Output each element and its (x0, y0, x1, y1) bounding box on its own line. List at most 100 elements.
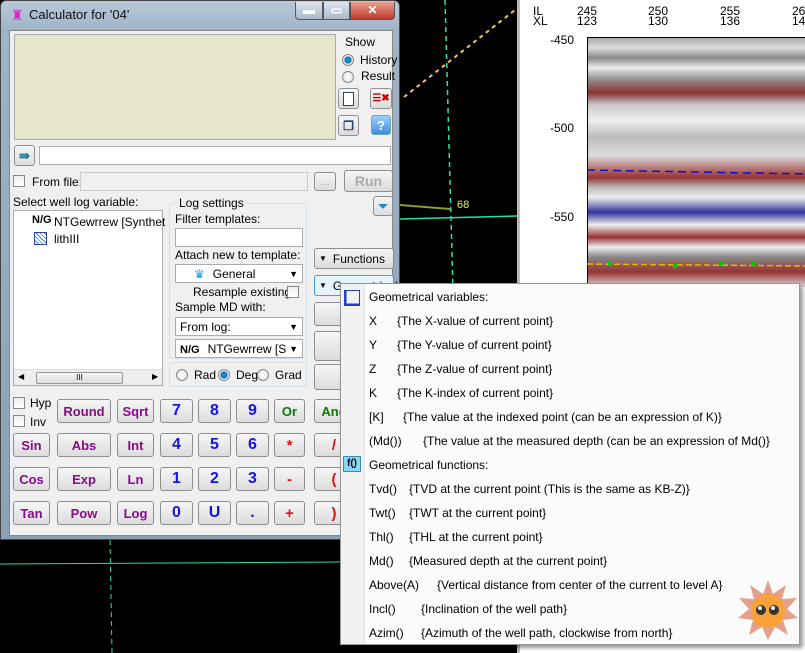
well-log-label: Select well log variable: (13, 195, 139, 209)
angle-unit-group: Rad Deg Grad (169, 362, 307, 387)
key-3[interactable]: 3 (236, 467, 269, 491)
log-settings-title: Log settings (177, 196, 246, 210)
sample-md-select[interactable]: From log: ▼ (175, 317, 303, 336)
key-4[interactable]: 4 (160, 433, 193, 457)
xl-tick: 123 (577, 14, 598, 28)
menu-item[interactable]: [K] {The value at the indexed point (can … (369, 405, 722, 429)
key-0[interactable]: 0 (160, 501, 193, 525)
key-multiply[interactable]: * (274, 433, 305, 457)
menu-item[interactable]: Md() {Measured depth at the current point… (369, 549, 607, 573)
key-or[interactable]: Or (274, 399, 305, 423)
grad-radio[interactable] (257, 369, 269, 381)
key-dot[interactable]: . (236, 501, 269, 525)
menu-item-description: {The Y-value of current point} (397, 338, 552, 352)
grad-label: Grad (275, 368, 302, 382)
key-u[interactable]: U (198, 501, 231, 525)
history-display[interactable] (14, 34, 336, 140)
well-log-item[interactable]: NTGewrrew [Synthet (54, 215, 165, 229)
menu-item-key: Incl() (369, 602, 396, 616)
result-radio[interactable] (342, 71, 354, 83)
key-7[interactable]: 7 (160, 399, 193, 423)
well-log-item[interactable]: lithIII (54, 232, 79, 246)
copy-button[interactable]: ❐ (338, 115, 359, 136)
run-button[interactable]: Run (344, 170, 393, 192)
key-abs[interactable]: Abs (57, 433, 111, 457)
key-2[interactable]: 2 (198, 467, 231, 491)
menu-item[interactable]: X {The X-value of current point} (369, 309, 553, 333)
calculator-body: Show History Result ☰✖ ❐ ? ⇛ From file: … (9, 30, 398, 536)
key-log[interactable]: Log (117, 501, 154, 525)
key-exp[interactable]: Exp (57, 467, 111, 491)
menu-item-key: Thl() (369, 530, 394, 544)
chevron-down-icon: ▼ (289, 344, 298, 354)
menu-item-key: Md() (369, 554, 394, 568)
sample-log-select[interactable]: N/G NTGewrrew [S ▼ (175, 339, 303, 358)
filter-templates-input[interactable] (175, 228, 303, 247)
menu-item[interactable]: K {The K-index of current point} (369, 381, 553, 405)
from-file-checkbox[interactable] (13, 175, 25, 187)
clear-history-button[interactable]: ☰✖ (370, 88, 392, 109)
key-sqrt[interactable]: Sqrt (117, 399, 154, 423)
key-round[interactable]: Round (57, 399, 111, 423)
key-5[interactable]: 5 (198, 433, 231, 457)
save-filter-button[interactable]: ⏷ (373, 196, 393, 216)
menu-item-description: {Vertical distance from center of the cu… (437, 578, 723, 592)
title-bar[interactable]: ♜ Calculator for '04' ▬ ▭ ✕ (1, 1, 399, 29)
sample-log-value: NTGewrrew [S (207, 342, 287, 356)
menu-item[interactable]: Tvd() {TVD at the current point (This is … (369, 477, 690, 501)
insert-button[interactable]: ⇛ (14, 145, 35, 166)
help-button[interactable]: ? (371, 115, 391, 135)
new-button[interactable] (338, 88, 359, 109)
attach-template-label: Attach new to template: (175, 248, 301, 262)
hyp-checkbox[interactable] (13, 397, 25, 409)
xl-axis-label: XL (533, 14, 548, 28)
key-1[interactable]: 1 (160, 467, 193, 491)
inv-checkbox[interactable] (13, 415, 25, 427)
browse-button[interactable]: ... (314, 172, 336, 191)
template-crown-icon: ♛ (194, 267, 205, 281)
menu-item[interactable]: (Md()) {The value at the measured depth (… (369, 429, 770, 453)
menu-item[interactable]: Azim() {Azimuth of the well path, clockwi… (369, 621, 672, 645)
history-radio[interactable] (342, 54, 354, 66)
key-pow[interactable]: Pow (57, 501, 111, 525)
scroll-right-icon[interactable]: ▶ (152, 372, 158, 381)
expression-input[interactable] (39, 146, 391, 165)
key-6[interactable]: 6 (236, 433, 269, 457)
chevron-down-icon: ▼ (319, 254, 327, 263)
key-sin[interactable]: Sin (13, 433, 50, 457)
menu-item[interactable]: Thl() {THL at the current point} (369, 525, 543, 549)
file-path-input[interactable] (80, 172, 308, 191)
minimize-button[interactable]: ▬ (295, 2, 323, 20)
key-9[interactable]: 9 (236, 399, 269, 423)
menu-item-description: {TVD at the current point (This is the s… (409, 482, 690, 496)
from-file-label: From file: (32, 175, 83, 189)
deg-radio[interactable] (218, 369, 230, 381)
horizontal-scrollbar[interactable]: ◀ III ▶ (14, 369, 162, 385)
close-button[interactable]: ✕ (350, 2, 395, 20)
key-cos[interactable]: Cos (13, 467, 50, 491)
key-8[interactable]: 8 (198, 399, 231, 423)
maximize-button[interactable]: ▭ (323, 2, 350, 20)
key-minus[interactable]: - (274, 467, 305, 491)
horizon-lines (587, 169, 805, 268)
key-plus[interactable]: + (274, 501, 305, 525)
menu-item[interactable]: Incl() {Inclination of the well path} (369, 597, 567, 621)
key-ln[interactable]: Ln (117, 467, 154, 491)
resample-checkbox[interactable] (287, 286, 299, 298)
scrollbar-thumb[interactable]: III (36, 372, 123, 384)
sample-md-value: From log: (180, 320, 231, 334)
xl-tick: 14 (792, 14, 805, 28)
ntg-log-icon: N/G (32, 214, 52, 226)
attach-template-select[interactable]: ♛ General ▼ (175, 264, 303, 283)
key-int[interactable]: Int (117, 433, 154, 457)
scroll-left-icon[interactable]: ◀ (18, 372, 24, 381)
rad-radio[interactable] (176, 369, 188, 381)
result-label: Result (361, 69, 396, 83)
menu-item[interactable]: Z {The Z-value of current point} (369, 357, 552, 381)
well-log-tree[interactable]: N/G NTGewrrew [Synthet lithIII ◀ III ▶ (13, 210, 165, 386)
menu-item[interactable]: Above(A) {Vertical distance from center o… (369, 573, 723, 597)
key-tan[interactable]: Tan (13, 501, 50, 525)
menu-item[interactable]: Twt() {TWT at the current point} (369, 501, 546, 525)
functions-button[interactable]: ▼ Functions (314, 248, 394, 269)
menu-item[interactable]: Y {The Y-value of current point} (369, 333, 552, 357)
